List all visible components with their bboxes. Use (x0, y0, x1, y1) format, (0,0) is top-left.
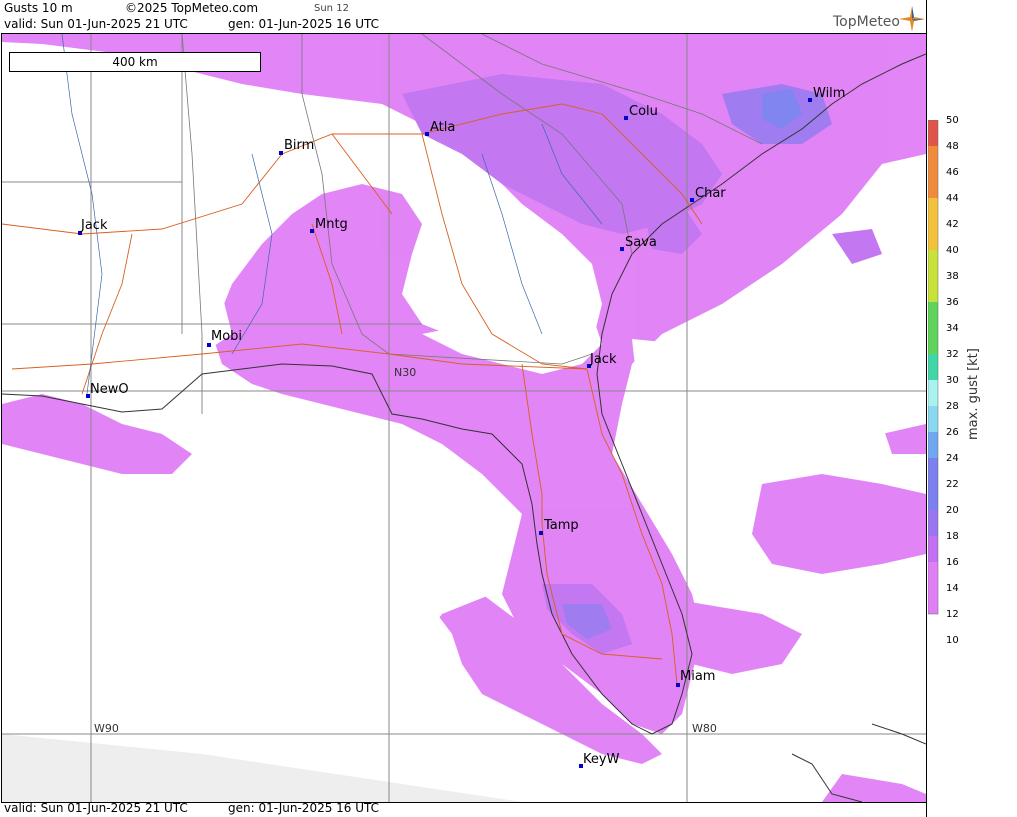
legend-tick-label: 48 (946, 141, 959, 152)
city-label-atla: Atla (430, 120, 455, 135)
legend-swatch-12 (928, 562, 938, 614)
legend-tick-label: 44 (946, 193, 959, 204)
legend-swatch-38 (928, 250, 938, 302)
legend-tick-label: 38 (946, 271, 959, 282)
scale-bar: 400 km (9, 52, 261, 72)
city-label-tamp: Tamp (543, 518, 579, 533)
legend-swatch-34 (928, 302, 938, 354)
legend-tick-label: 40 (946, 245, 959, 256)
legend-swatch-18 (928, 510, 938, 536)
legend-swatch-30 (928, 354, 938, 380)
legend-tick-label: 12 (946, 609, 959, 620)
legend-swatch-42 (928, 198, 938, 250)
legend-swatch-16 (928, 536, 938, 562)
legend-tick-label: 24 (946, 453, 959, 464)
city-label-jack-fl: Jack (589, 352, 617, 367)
legend-swatch-26 (928, 406, 938, 432)
city-label-colu: Colu (629, 104, 658, 119)
legend-swatch-24 (928, 432, 938, 458)
legend-tick-label: 50 (946, 115, 959, 126)
legend-swatch-46 (928, 146, 938, 198)
footer-valid: valid: Sun 01-Jun-2025 21 UTC (4, 801, 188, 815)
legend-tick-label: 42 (946, 219, 959, 230)
legend-colorbar (928, 120, 939, 615)
legend-tick-label: 34 (946, 323, 959, 334)
city-label-miam: Miam (680, 669, 715, 684)
legend-tick-label: 20 (946, 505, 959, 516)
city-label-sava: Sava (625, 235, 657, 250)
forecast-day: Sun 12 (314, 3, 349, 14)
city-label-birm: Birm (284, 138, 314, 153)
legend-tick-label: 22 (946, 479, 959, 490)
generated-time: gen: 01-Jun-2025 16 UTC (228, 17, 380, 31)
topmeteo-logo: TopMeteo (833, 14, 900, 30)
city-label-wilm: Wilm (813, 86, 845, 101)
legend-tick-label: 10 (946, 635, 959, 646)
copyright-text: ©2025 TopMeteo.com (125, 1, 259, 15)
city-label-mobi: Mobi (211, 329, 242, 344)
lon-label-w90: W90 (94, 722, 119, 735)
legend-tick-label: 16 (946, 557, 959, 568)
legend-tick-label: 32 (946, 349, 959, 360)
legend-tick-label: 36 (946, 297, 959, 308)
legend-title: max. gust [kt] (966, 348, 981, 440)
footer-gen: gen: 01-Jun-2025 16 UTC (228, 801, 380, 815)
city-label-jack-ms: Jack (80, 218, 108, 233)
legend-tick-label: 28 (946, 401, 959, 412)
city-label-newo: NewO (90, 382, 129, 397)
legend-tick-label: 30 (946, 375, 959, 386)
legend-swatch-50 (928, 120, 938, 146)
legend-swatch-20 (928, 458, 938, 510)
valid-time: valid: Sun 01-Jun-2025 21 UTC (4, 17, 188, 31)
lat-label-n30: N30 (394, 366, 416, 379)
lon-label-w80: W80 (692, 722, 717, 735)
map-area[interactable]: Birm Atla Colu Wilm Char Sava Mntg Jack … (1, 33, 927, 803)
gust-map: Birm Atla Colu Wilm Char Sava Mntg Jack … (2, 34, 926, 802)
legend-tick-label: 14 (946, 583, 959, 594)
compass-star-icon (899, 6, 925, 32)
legend-tick-label: 46 (946, 167, 959, 178)
city-label-mntg: Mntg (315, 217, 348, 232)
footer: valid: Sun 01-Jun-2025 21 UTC gen: 01-Ju… (0, 801, 926, 817)
product-title: Gusts 10 m (4, 1, 73, 15)
legend-swatch-28 (928, 380, 938, 406)
city-label-keyw: KeyW (583, 752, 620, 767)
legend-tick-label: 26 (946, 427, 959, 438)
legend-tick-label: 18 (946, 531, 959, 542)
city-label-char: Char (695, 186, 726, 201)
